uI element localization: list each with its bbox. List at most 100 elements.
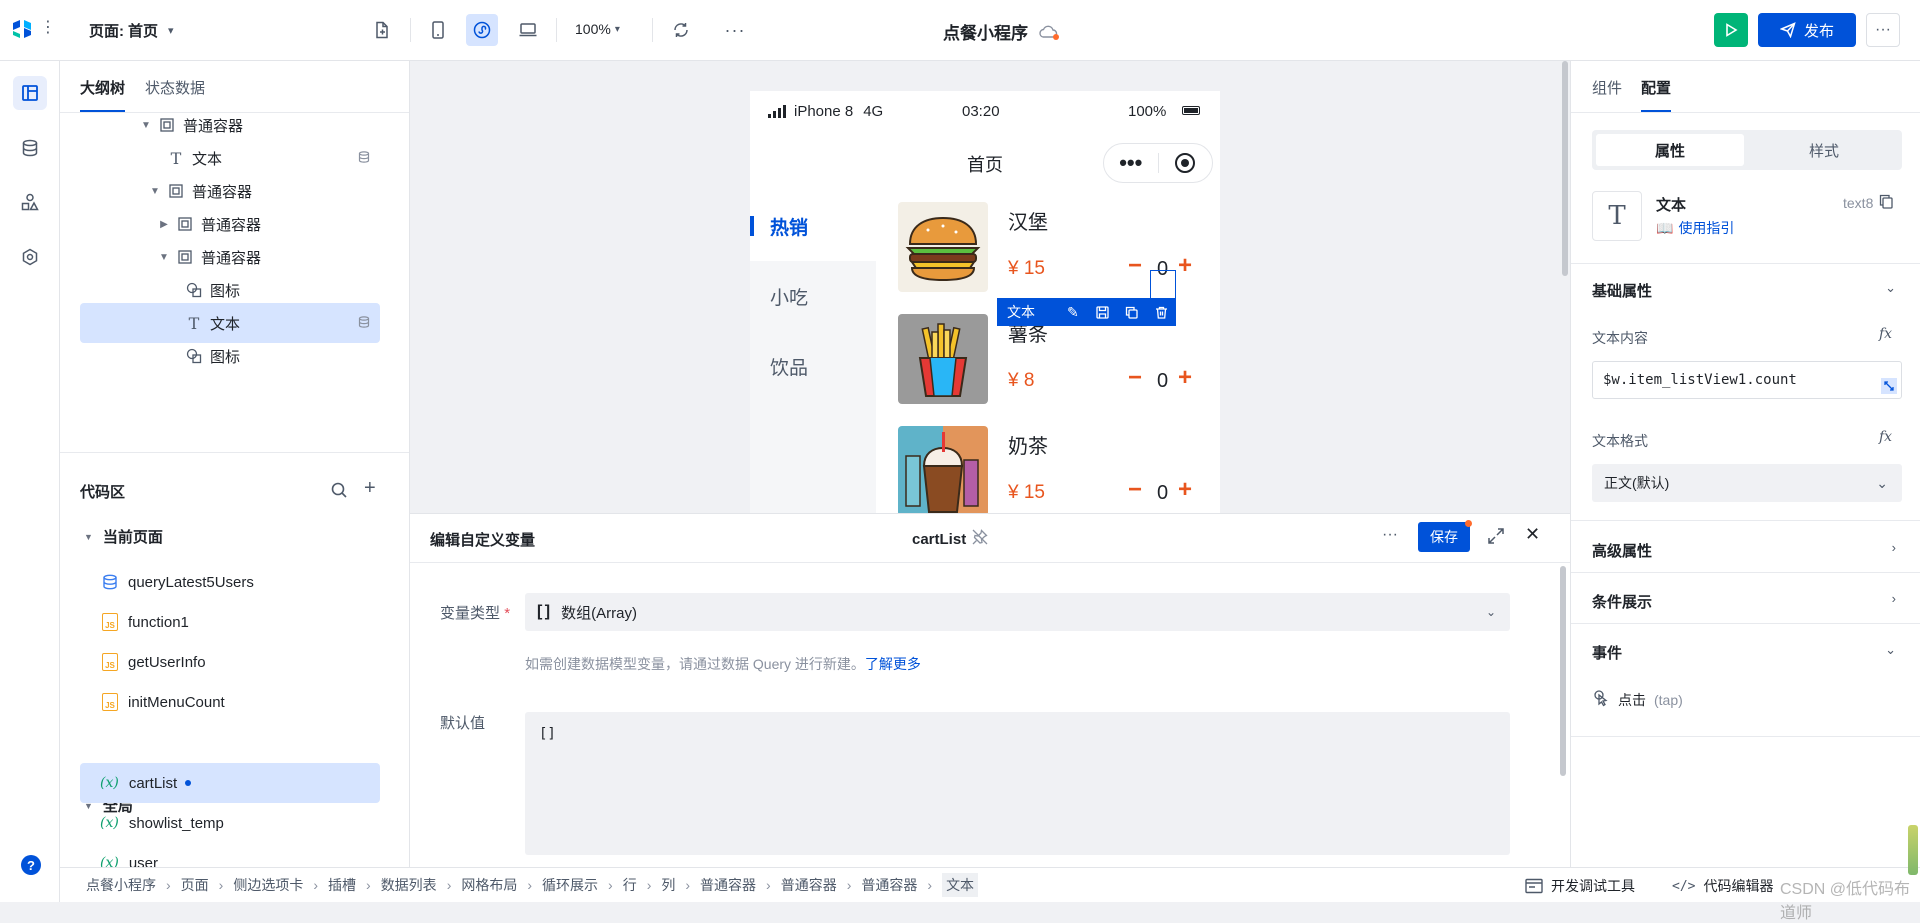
close-target-icon[interactable]	[1158, 152, 1212, 174]
help-icon[interactable]: ?	[21, 855, 41, 875]
preview-run-button[interactable]	[1714, 13, 1748, 47]
copy-icon[interactable]	[1117, 306, 1146, 319]
minus-button[interactable]: −	[1128, 364, 1142, 392]
breadcrumb-item[interactable]: 循环展示	[542, 875, 598, 895]
more-horizontal-icon[interactable]: ···	[1382, 526, 1398, 544]
new-page-icon[interactable]	[366, 14, 398, 46]
tree-node[interactable]: 图标	[80, 336, 380, 376]
save-icon[interactable]	[1088, 305, 1117, 319]
canvas-scrollbar[interactable]	[1562, 61, 1568, 276]
resize-handle[interactable]	[1908, 825, 1918, 875]
chevron-right-icon[interactable]: ›	[1892, 540, 1896, 555]
code-item[interactable]: queryLatest5Users	[80, 562, 380, 602]
breadcrumb-item[interactable]: 普通容器	[781, 875, 837, 895]
usage-guide-link[interactable]: 📖 使用指引	[1656, 218, 1734, 238]
publish-button[interactable]: 发布	[1758, 13, 1856, 47]
tab-components[interactable]: 组件	[1592, 77, 1622, 98]
code-editor-button[interactable]: </> 代码编辑器	[1672, 876, 1773, 896]
default-value-editor[interactable]: []	[525, 712, 1510, 855]
editor-var-name-text: cartList	[912, 530, 967, 548]
outline-icon[interactable]	[13, 76, 47, 110]
code-item[interactable]: JS initMenuCount	[80, 682, 380, 722]
fx-icon[interactable]: fx	[1879, 326, 1892, 342]
caret-right-icon[interactable]: ▶	[157, 219, 171, 230]
edit-icon[interactable]: ✎	[1058, 304, 1087, 321]
plus-button[interactable]: +	[1178, 364, 1192, 392]
fx-icon[interactable]: fx	[1879, 429, 1892, 445]
miniprogram-device-icon[interactable]	[466, 14, 498, 46]
advanced-props-header[interactable]: 高级属性	[1592, 540, 1652, 561]
minus-button[interactable]: −	[1128, 476, 1142, 504]
minus-button[interactable]: −	[1128, 252, 1142, 280]
settings-hexagon-icon[interactable]	[13, 240, 47, 274]
chevron-right-icon[interactable]: ›	[1892, 591, 1896, 606]
current-page-group[interactable]: ▼ 当前页面	[84, 526, 163, 547]
tab-config[interactable]: 配置	[1641, 77, 1671, 98]
caret-down-icon[interactable]: ▼	[157, 252, 171, 263]
tab-outline-tree[interactable]: 大纲树	[80, 77, 125, 98]
delete-icon[interactable]	[1147, 306, 1176, 319]
category-tab[interactable]: 热销	[750, 191, 876, 261]
more-vertical-icon[interactable]: ⋮	[40, 18, 56, 38]
more-horizontal-icon[interactable]: ···	[719, 14, 751, 46]
selection-type-label: 文本	[1007, 304, 1035, 320]
expand-icon[interactable]	[1487, 527, 1505, 548]
caret-down-icon[interactable]: ▼	[139, 120, 153, 131]
tab-state-data[interactable]: 状态数据	[145, 77, 205, 98]
breadcrumb-item[interactable]: 文本	[942, 873, 979, 897]
breadcrumb-item[interactable]: 数据列表	[381, 875, 437, 895]
components-icon[interactable]	[13, 185, 47, 219]
text-content-input[interactable]: $w.item_listView1.count	[1592, 361, 1902, 399]
more-dots-icon[interactable]: •••	[1104, 152, 1158, 174]
dev-tools-button[interactable]: 开发调试工具	[1525, 876, 1635, 896]
global-variable-item[interactable]: (x) cartList	[80, 763, 380, 803]
segment-styles[interactable]: 样式	[1750, 134, 1898, 166]
refresh-icon[interactable]	[665, 14, 697, 46]
close-icon[interactable]: ✕	[1525, 524, 1540, 545]
conditional-header[interactable]: 条件展示	[1592, 591, 1652, 612]
breadcrumb-item[interactable]: 网格布局	[461, 875, 517, 895]
mobile-device-icon[interactable]	[422, 14, 454, 46]
plus-button[interactable]: +	[1178, 252, 1192, 280]
breadcrumb-item[interactable]: 列	[661, 875, 675, 895]
breadcrumb-item[interactable]: 行	[623, 875, 637, 895]
code-item[interactable]: JS getUserInfo	[80, 642, 380, 682]
unpin-icon[interactable]	[972, 529, 988, 549]
database-icon[interactable]	[13, 131, 47, 165]
breadcrumb-item[interactable]: 侧边选项卡	[233, 875, 303, 895]
global-variable-item[interactable]: (x) showlist_temp	[80, 803, 380, 843]
capsule-menu[interactable]: •••	[1103, 143, 1213, 183]
more-menu-button[interactable]: ···	[1866, 13, 1900, 47]
search-icon[interactable]	[330, 481, 348, 502]
add-icon[interactable]: +	[364, 477, 376, 500]
breadcrumb-item[interactable]: 点餐小程序	[86, 875, 156, 895]
breadcrumb-item[interactable]: 普通容器	[861, 875, 917, 895]
text-format-select[interactable]: 正文(默认) ⌄	[1592, 464, 1902, 502]
chevron-down-icon[interactable]: ⌄	[1885, 642, 1896, 658]
learn-more-link[interactable]: 了解更多	[865, 656, 921, 672]
editor-scrollbar[interactable]	[1560, 566, 1566, 776]
caret-down-icon[interactable]: ▼	[148, 186, 162, 197]
breadcrumb-item[interactable]: 页面	[181, 875, 209, 895]
breadcrumb-item[interactable]: 插槽	[328, 875, 356, 895]
chevron-down-icon[interactable]: ⌄	[1885, 280, 1896, 296]
code-item[interactable]: JS function1	[80, 602, 380, 642]
segment-properties[interactable]: 属性	[1596, 134, 1744, 166]
save-button[interactable]: 保存	[1418, 520, 1472, 552]
event-tap-item[interactable]: 点击 (tap)	[1592, 689, 1683, 710]
zoom-selector[interactable]: 100% ▾	[575, 21, 620, 37]
category-tab[interactable]: 小吃	[750, 261, 876, 331]
desktop-device-icon[interactable]	[512, 14, 544, 46]
copy-icon[interactable]	[1879, 194, 1894, 212]
events-header[interactable]: 事件	[1592, 642, 1622, 663]
global-variable-item[interactable]: (x) user	[80, 843, 380, 868]
category-tab[interactable]: 饮品	[750, 331, 876, 401]
plus-button[interactable]: +	[1178, 476, 1192, 504]
logo-icon[interactable]	[10, 17, 34, 41]
burger-image	[898, 202, 988, 292]
type-select[interactable]: [ ] 数组(Array) ⌄	[525, 593, 1510, 631]
basic-props-header[interactable]: 基础属性	[1592, 280, 1652, 301]
expand-editor-icon[interactable]	[1881, 378, 1897, 394]
page-selector[interactable]: 页面: 首页 ▾	[89, 20, 174, 41]
breadcrumb-item[interactable]: 普通容器	[700, 875, 756, 895]
